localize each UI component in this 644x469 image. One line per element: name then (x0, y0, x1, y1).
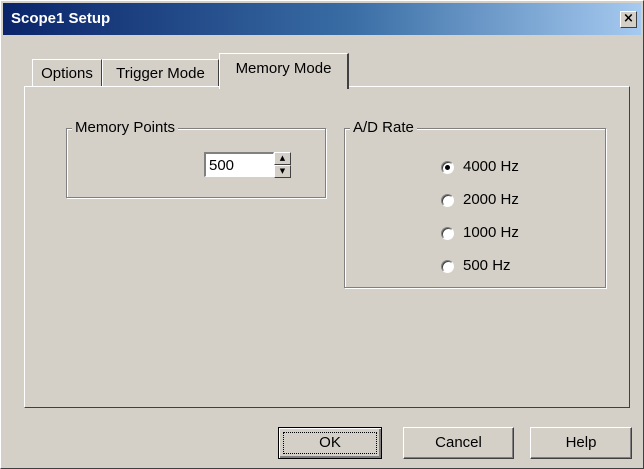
help-button[interactable]: Help (530, 427, 632, 459)
memory-points-label: Memory Points (72, 119, 179, 137)
tab-memory-mode[interactable]: Memory Mode (219, 53, 349, 89)
memory-points-input[interactable] (204, 152, 274, 177)
ad-rate-label: A/D Rate (350, 119, 417, 137)
tab-label: Options (41, 65, 93, 82)
radio-button-icon (441, 160, 454, 174)
help-button-label: Help (565, 434, 597, 451)
memory-mode-panel: Memory Points ▲ ▼ A/D Rate 4000 Hz 2000 … (24, 86, 630, 408)
tab-options[interactable]: Options (32, 59, 102, 87)
radio-button-icon (441, 226, 454, 240)
window-title: Scope1 Setup (11, 10, 111, 27)
radio-label: 500 Hz (463, 257, 511, 274)
radio-label: 1000 Hz (463, 224, 519, 241)
radio-4000-hz[interactable]: 4000 Hz (441, 156, 519, 178)
close-button[interactable]: × (620, 11, 637, 28)
radio-selected-dot (445, 164, 450, 170)
radio-button-icon (441, 259, 454, 273)
memory-points-group: Memory Points ▲ ▼ (66, 119, 326, 198)
ad-rate-group: A/D Rate 4000 Hz 2000 Hz 1000 Hz 500 Hz (344, 119, 606, 288)
radio-label: 2000 Hz (463, 191, 519, 208)
tab-trigger-mode[interactable]: Trigger Mode (102, 59, 219, 87)
radio-500-hz[interactable]: 500 Hz (441, 255, 511, 277)
tab-label: Trigger Mode (116, 65, 205, 82)
title-bar[interactable]: Scope1 Setup × (3, 3, 641, 35)
scope-setup-dialog: Scope1 Setup × Options Trigger Mode Memo… (0, 0, 644, 469)
arrow-up-icon: ▲ (279, 154, 286, 162)
radio-1000-hz[interactable]: 1000 Hz (441, 222, 519, 244)
tab-label: Memory Mode (235, 60, 332, 77)
spin-down-button[interactable]: ▼ (274, 165, 291, 178)
radio-label: 4000 Hz (463, 158, 519, 175)
arrow-down-icon: ▼ (279, 167, 286, 175)
close-icon: × (623, 11, 634, 26)
radio-2000-hz[interactable]: 2000 Hz (441, 189, 519, 211)
cancel-button[interactable]: Cancel (403, 427, 514, 459)
focus-rectangle (283, 432, 377, 454)
cancel-button-label: Cancel (435, 434, 482, 451)
spin-up-button[interactable]: ▲ (274, 152, 291, 165)
ok-button[interactable]: OK (278, 427, 382, 459)
radio-button-icon (441, 193, 454, 207)
